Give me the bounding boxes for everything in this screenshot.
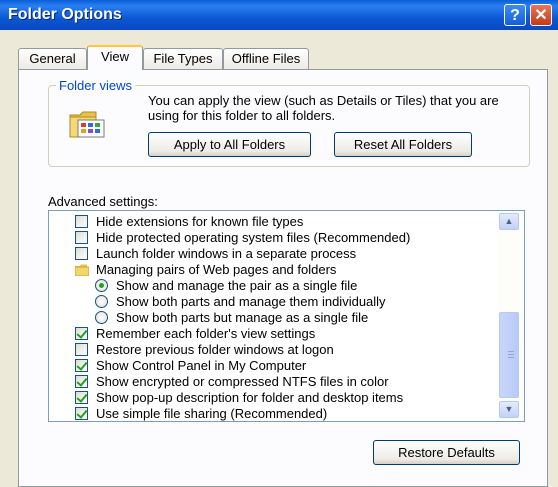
radio-button[interactable] [95,311,108,324]
folder-views-icon [69,111,105,138]
title-bar[interactable]: Folder Options ? ✕ [0,0,558,30]
scroll-thumb[interactable] [499,312,519,398]
tab-general[interactable]: General [18,48,87,69]
grip-line [508,354,514,355]
checkbox[interactable] [75,343,88,356]
checkbox[interactable] [75,391,88,404]
checkbox[interactable] [75,247,88,260]
grip-line [508,357,514,358]
checkbox[interactable] [75,231,88,244]
option-label: Use simple file sharing (Recommended) [96,406,328,421]
option-label: Launch folder windows in a separate proc… [96,246,357,261]
apply-to-all-folders-button[interactable]: Apply to All Folders [148,132,311,157]
tab-offline-files[interactable]: Offline Files [223,48,309,69]
close-button[interactable]: ✕ [530,4,552,26]
folder-views-label: Folder views [56,78,135,93]
window-title: Folder Options [8,6,122,23]
option-label: Hide protected operating system files (R… [96,230,411,245]
grip-line [508,351,514,352]
folder-views-description: You can apply the view (such as Details … [148,93,499,123]
scroll-up-button[interactable]: ▲ [499,213,519,230]
checkbox[interactable] [75,327,88,340]
help-button[interactable]: ? [504,4,526,26]
checkbox[interactable] [75,359,88,372]
folder-options-dialog: Folder Options ? ✕ General View File Typ… [0,0,558,487]
option-label: Show both parts but manage as a single f… [116,310,369,325]
option-label: Hide extensions for known file types [96,214,304,229]
option-label: Show both parts and manage them individu… [116,294,386,309]
checkbox[interactable] [75,215,88,228]
tab-view[interactable]: View [87,45,143,70]
option-label: Restore previous folder windows at logon [96,342,334,357]
option-label: Managing pairs of Web pages and folders [96,262,337,277]
radio-button[interactable] [95,295,108,308]
option-label: Show pop-up description for folder and d… [96,390,404,405]
advanced-settings-list[interactable]: Hide extensions for known file types Hid… [48,210,525,422]
checkbox[interactable] [75,407,88,420]
advanced-settings-label: Advanced settings: [48,194,158,209]
option-label: Show encrypted or compressed NTFS files … [96,374,389,389]
reset-all-folders-button[interactable]: Reset All Folders [334,132,472,157]
radio-button[interactable] [95,279,108,292]
checkbox[interactable] [75,375,88,388]
option-label: Show Control Panel in My Computer [96,358,307,373]
option-label: Remember each folder's view settings [96,326,316,341]
folder-icon [75,264,89,276]
restore-defaults-button[interactable]: Restore Defaults [373,440,520,465]
tab-file-types[interactable]: File Types [143,48,223,69]
scroll-down-button[interactable]: ▼ [499,401,519,418]
option-label: Show and manage the pair as a single fil… [116,278,358,293]
vertical-scrollbar[interactable]: ▲ ▼ [497,211,524,421]
